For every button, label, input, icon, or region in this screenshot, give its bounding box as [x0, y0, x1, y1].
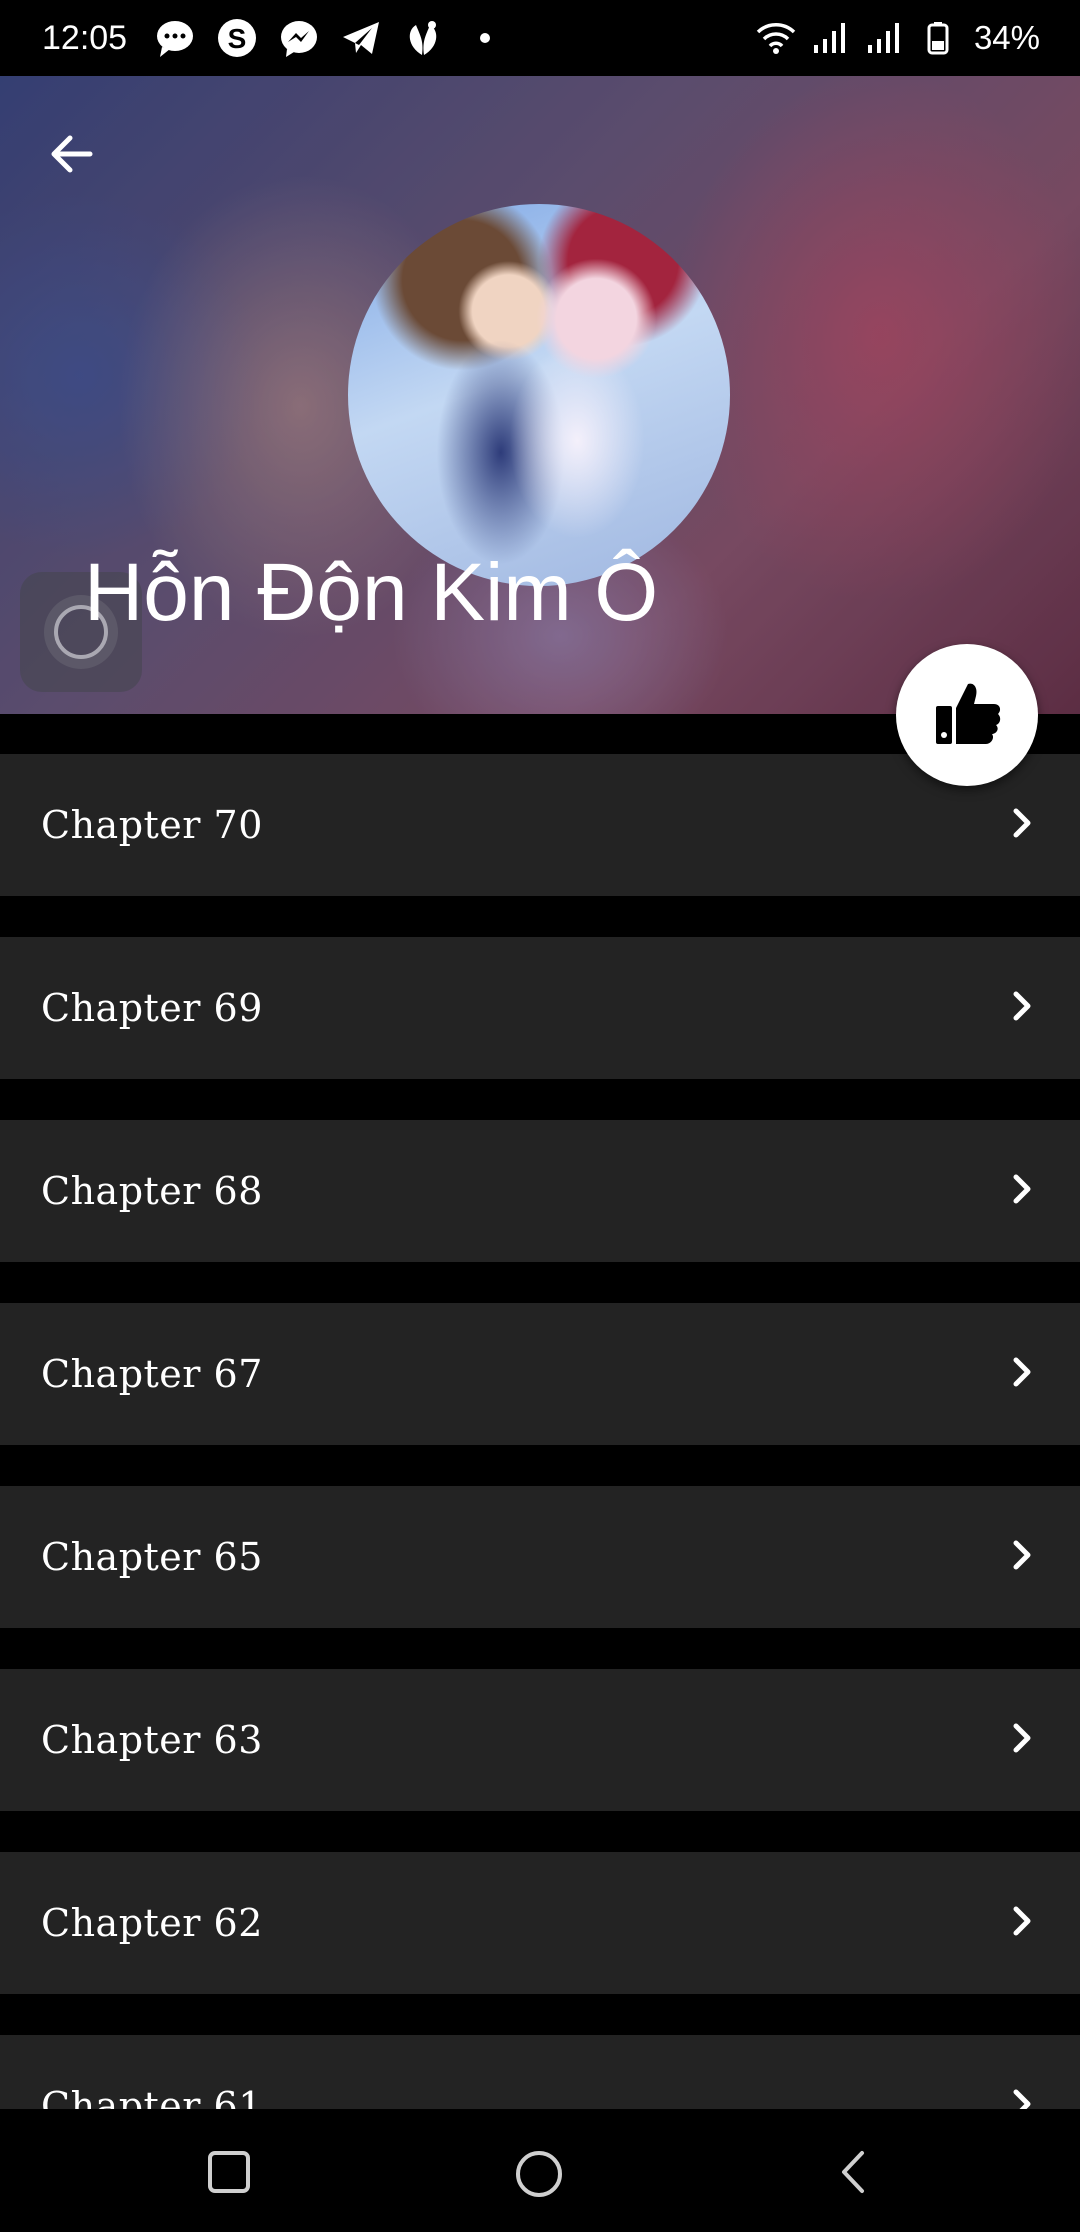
chapter-item[interactable]: Chapter 63 — [0, 1669, 1080, 1811]
chevron-right-icon — [1004, 1903, 1040, 1943]
system-nav-bar — [0, 2109, 1080, 2232]
chapter-label: Chapter 68 — [41, 1169, 263, 1213]
manga-cover-image — [348, 204, 730, 586]
manga-title: Hỗn Độn Kim Ô — [84, 547, 659, 638]
chapter-item[interactable]: Chapter 68 — [0, 1120, 1080, 1262]
back-chevron-icon[interactable] — [832, 2149, 878, 2195]
chapter-label: Chapter 67 — [41, 1352, 263, 1396]
chapter-list: Chapter 70 Chapter 69 Chapter 68 Chapter… — [0, 754, 1080, 2218]
chevron-right-icon — [1004, 805, 1040, 845]
leaf-app-icon — [401, 16, 445, 60]
chevron-right-icon — [1004, 1354, 1040, 1394]
header-banner: Hỗn Độn Kim Ô — [0, 76, 1080, 714]
status-bar: 12:05 S 34% — [0, 0, 1080, 76]
like-button[interactable] — [896, 644, 1038, 786]
battery-percent: 34% — [973, 19, 1040, 56]
chapter-label: Chapter 70 — [41, 803, 263, 847]
chapter-label: Chapter 62 — [41, 1901, 263, 1945]
more-dot-icon — [463, 16, 507, 60]
signal-icon — [808, 16, 852, 60]
chapter-label: Chapter 69 — [41, 986, 263, 1030]
telegram-icon — [339, 16, 383, 60]
chevron-right-icon — [1004, 988, 1040, 1028]
chapter-label: Chapter 63 — [41, 1718, 263, 1762]
arrow-left-icon[interactable] — [44, 126, 100, 182]
signal-icon — [862, 16, 906, 60]
battery-icon — [916, 16, 960, 60]
skype-icon: S — [215, 16, 259, 60]
chapter-item[interactable]: Chapter 69 — [0, 937, 1080, 1079]
chapter-item[interactable]: Chapter 62 — [0, 1852, 1080, 1994]
home-circle-icon[interactable] — [514, 2149, 562, 2197]
chevron-right-icon — [1004, 1537, 1040, 1577]
chat-bubble-icon — [153, 16, 197, 60]
wifi-icon — [754, 16, 798, 60]
chapter-label: Chapter 65 — [41, 1535, 263, 1579]
recents-square-icon[interactable] — [206, 2149, 252, 2195]
chapter-item[interactable]: Chapter 70 — [0, 754, 1080, 896]
chevron-right-icon — [1004, 1720, 1040, 1760]
status-time: 12:05 — [42, 18, 128, 57]
messenger-icon — [277, 16, 321, 60]
chevron-right-icon — [1004, 1171, 1040, 1211]
thumbs-up-icon — [932, 680, 1002, 750]
chapter-item[interactable]: Chapter 65 — [0, 1486, 1080, 1628]
chapter-item[interactable]: Chapter 67 — [0, 1303, 1080, 1445]
svg-text:S: S — [228, 23, 247, 54]
